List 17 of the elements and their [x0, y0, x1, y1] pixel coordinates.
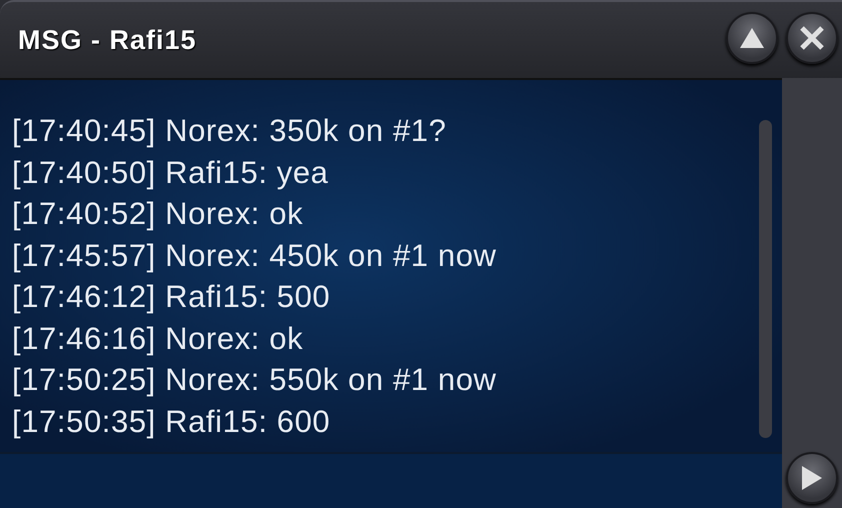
triangle-right-icon [801, 465, 823, 491]
send-button[interactable] [786, 452, 838, 504]
chat-message: [17:46:16] Norex: ok [12, 320, 304, 358]
chat-message: [17:45:57] Norex: 450k on #1 now [12, 236, 498, 274]
window-title: MSG - Rafi15 [18, 24, 198, 57]
collapse-button[interactable] [726, 12, 778, 64]
chat-message: [17:50:25] Norex: 550k on #1 now [12, 361, 498, 399]
chat-message: [17:50:35] Rafi15: 600 [12, 402, 332, 440]
chat-message: [17:40:50] Rafi15: yea [12, 154, 330, 192]
chat-message: [17:40:52] Norex: ok [12, 195, 304, 233]
triangle-up-icon [739, 27, 765, 49]
chat-message: [17:46:12] Rafi15: 500 [12, 278, 332, 316]
message-input[interactable] [0, 452, 782, 508]
scrollbar[interactable] [759, 120, 772, 438]
chat-message: [17:40:45] Norex: 350k on #1? [12, 112, 448, 150]
close-button[interactable] [786, 12, 838, 64]
close-icon [799, 25, 825, 51]
